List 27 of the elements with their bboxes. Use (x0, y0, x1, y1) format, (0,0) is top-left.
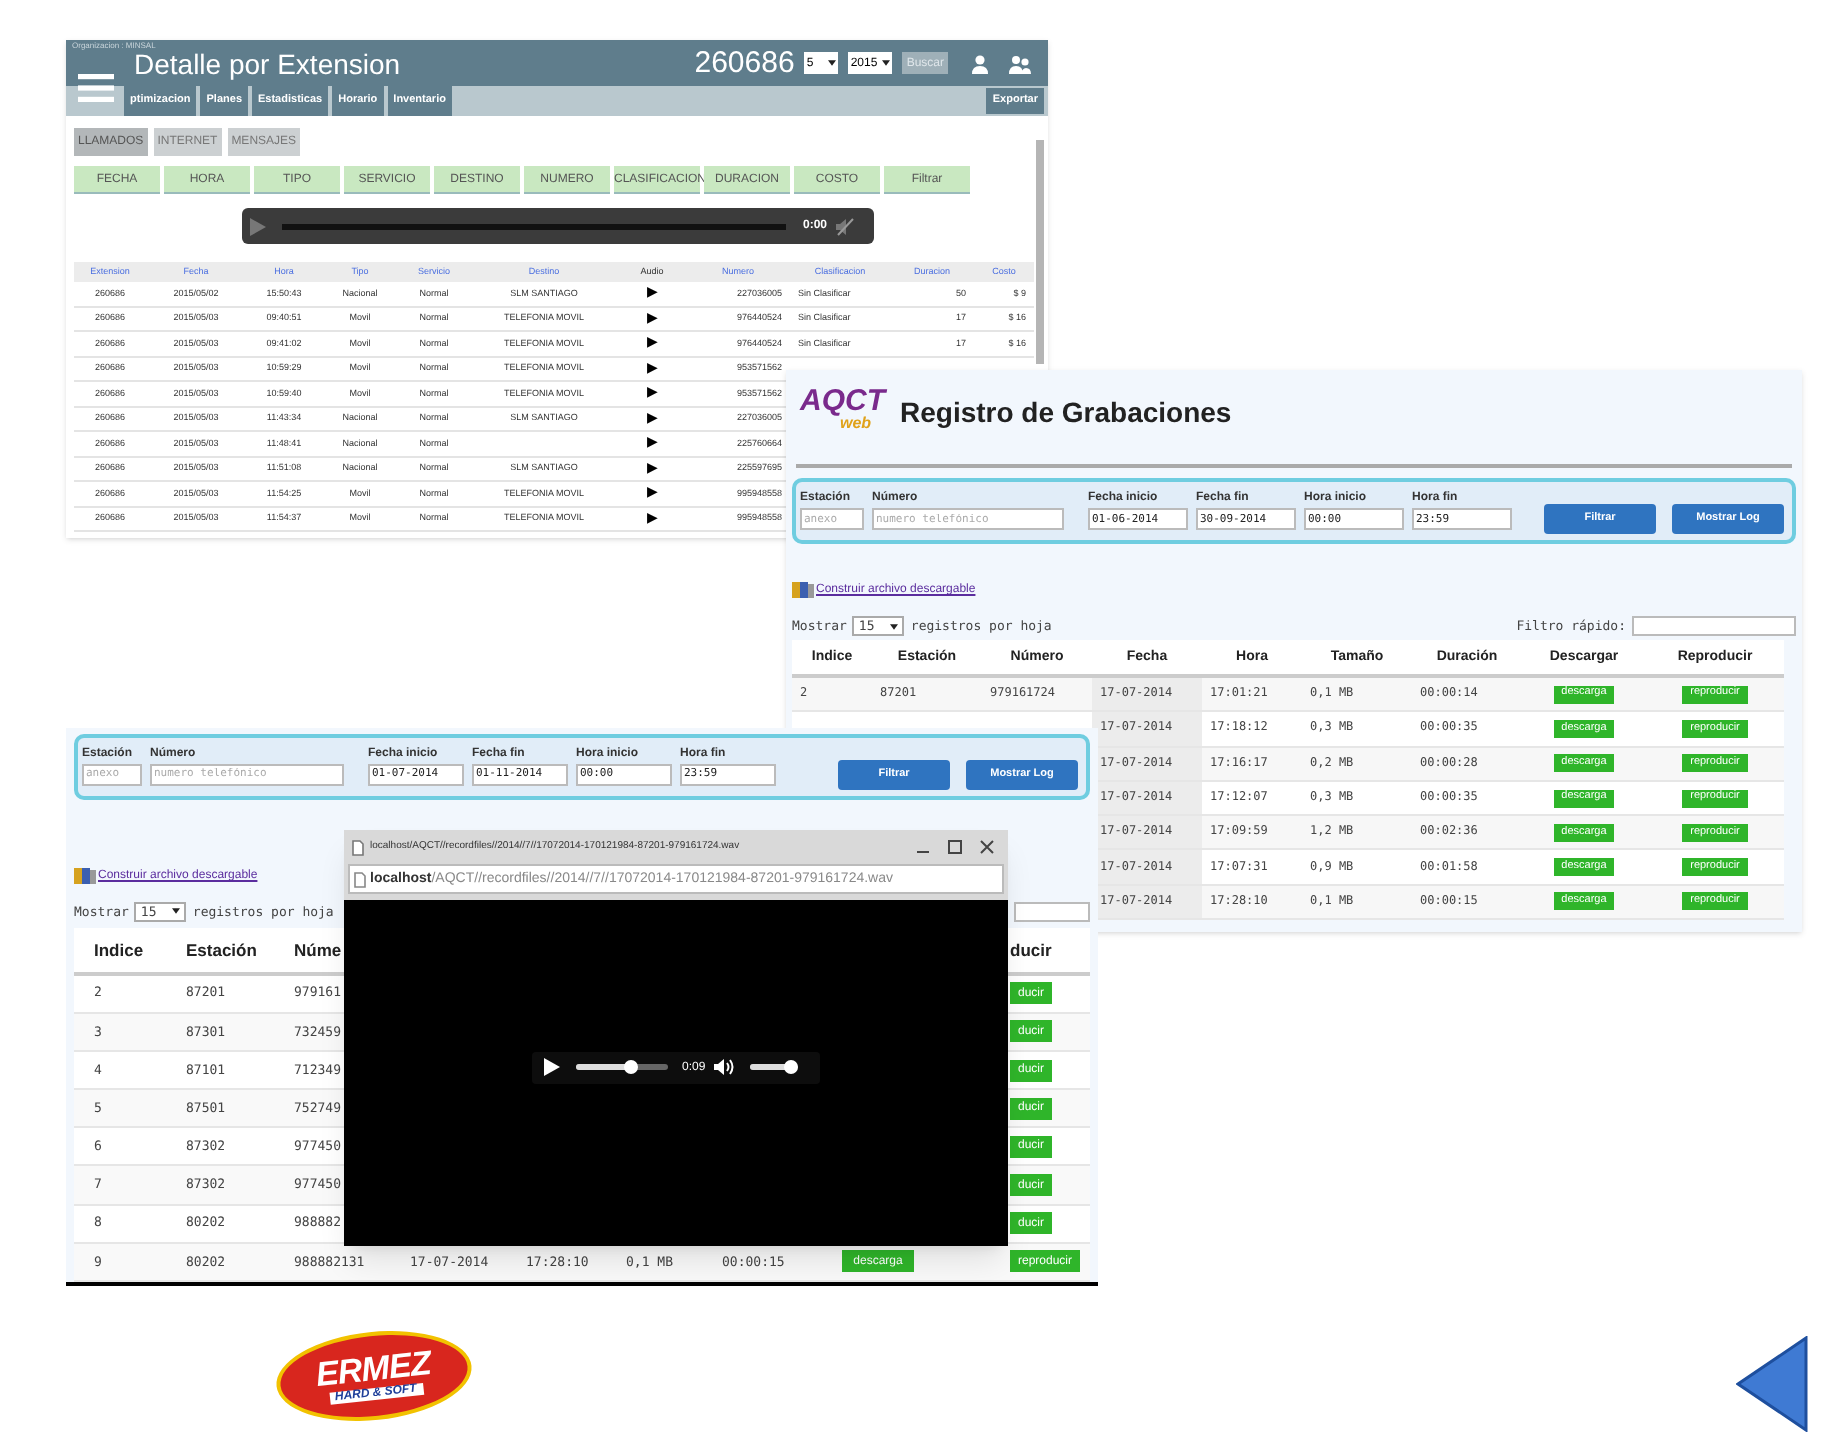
aqct-logo: AQCT web (800, 382, 889, 436)
play-icon[interactable] (544, 1058, 560, 1076)
menu-icon[interactable] (78, 74, 114, 102)
quick-filter-field[interactable] (1014, 901, 1090, 922)
caret-icon (828, 60, 837, 66)
muted-speaker-icon[interactable] (835, 217, 853, 235)
column-header[interactable]: Estación (186, 941, 257, 959)
column-header[interactable]: ducir (1010, 941, 1052, 959)
column-header[interactable]: Núme (294, 941, 342, 959)
users-icon[interactable] (1008, 53, 1032, 73)
caret-icon (172, 908, 181, 915)
scrollbar[interactable] (1036, 140, 1044, 364)
column-header[interactable]: Indice (94, 941, 144, 959)
books-icon (74, 865, 96, 886)
user-icon[interactable] (970, 53, 990, 73)
progress-track[interactable] (281, 223, 787, 229)
maximize-icon[interactable] (948, 840, 962, 854)
page-title: Registro de Grabaciones (900, 398, 1232, 426)
speaker-icon[interactable] (713, 1058, 736, 1076)
quick-filter-field[interactable] (1632, 616, 1796, 636)
books-icon (792, 580, 814, 600)
caret-icon (890, 623, 899, 629)
page-title: Detalle por Extension (134, 49, 401, 77)
back-arrow-icon[interactable] (1736, 1336, 1808, 1432)
close-icon[interactable] (980, 840, 994, 854)
extension-number: 260686 (694, 48, 795, 78)
caret-icon (882, 60, 891, 66)
